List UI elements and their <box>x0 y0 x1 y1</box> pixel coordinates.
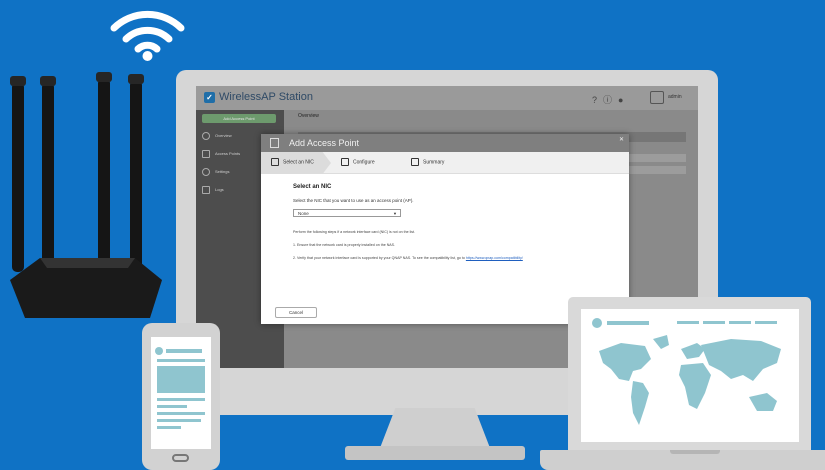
phone-screen-illustration <box>151 337 211 449</box>
access-point-icon <box>202 150 210 158</box>
dashboard-icon <box>202 132 210 140</box>
nic-select[interactable]: None ▼ <box>293 209 401 217</box>
tab-overview[interactable]: Overview <box>298 113 319 119</box>
info-step-1: 1. Ensure that the network card is prope… <box>293 243 396 247</box>
app-header: ✓ WirelessAP Station ?ⓘ● admin <box>196 86 698 110</box>
access-point-icon <box>270 138 279 148</box>
step-select-nic[interactable]: Select an NIC <box>271 158 314 166</box>
nic-icon <box>271 158 279 166</box>
step-summary[interactable]: Summary <box>411 158 444 166</box>
summary-icon <box>411 158 419 166</box>
gear-icon <box>202 168 210 176</box>
router-image <box>10 72 162 318</box>
laptop-map-illustration <box>581 309 799 442</box>
sidebar-item-overview[interactable]: Overview <box>202 132 232 140</box>
header-icons: ?ⓘ● <box>592 93 629 106</box>
sidebar-item-settings[interactable]: Settings <box>202 168 229 176</box>
add-access-point-button[interactable]: Add Access Point <box>202 114 276 123</box>
info-intro: Perform the following steps if a network… <box>293 230 416 234</box>
configure-icon <box>341 158 349 166</box>
globe-icon[interactable]: ● <box>618 95 629 105</box>
section-description: Select the NIC that you want to use as a… <box>293 198 414 203</box>
dialog-header: Add Access Point ✕ <box>261 134 629 152</box>
close-icon[interactable]: ✕ <box>619 136 624 143</box>
cancel-button[interactable]: Cancel <box>275 307 317 318</box>
app-logo-icon: ✓ <box>204 92 215 103</box>
monitor-base <box>345 446 525 460</box>
dialog-title: Add Access Point <box>289 138 360 148</box>
info-icon[interactable]: ⓘ <box>603 95 618 105</box>
laptop-notch <box>670 450 720 454</box>
help-icon[interactable]: ? <box>592 95 603 105</box>
compatibility-link[interactable]: https://www.qnap.com/compatibility/ <box>466 256 523 260</box>
section-title: Select an NIC <box>293 184 332 190</box>
phone-home-button <box>172 454 189 462</box>
info-step-2: 2. Verify that your network interface ca… <box>293 256 523 260</box>
monitor-stand <box>380 408 490 448</box>
sidebar-item-access-points[interactable]: Access Points <box>202 150 240 158</box>
chevron-down-icon: ▼ <box>393 211 397 216</box>
wizard-steps: Select an NIC Configure Summary <box>261 152 629 174</box>
add-access-point-dialog: Add Access Point ✕ Select an NIC Configu… <box>261 134 629 324</box>
chart-icon <box>202 186 210 194</box>
sidebar-item-logs[interactable]: Logs <box>202 186 224 194</box>
step-configure[interactable]: Configure <box>341 158 375 166</box>
app-title: WirelessAP Station <box>219 91 313 103</box>
wifi-icon <box>110 10 185 61</box>
user-avatar-icon[interactable] <box>650 91 664 104</box>
username-menu[interactable]: admin <box>668 94 682 100</box>
